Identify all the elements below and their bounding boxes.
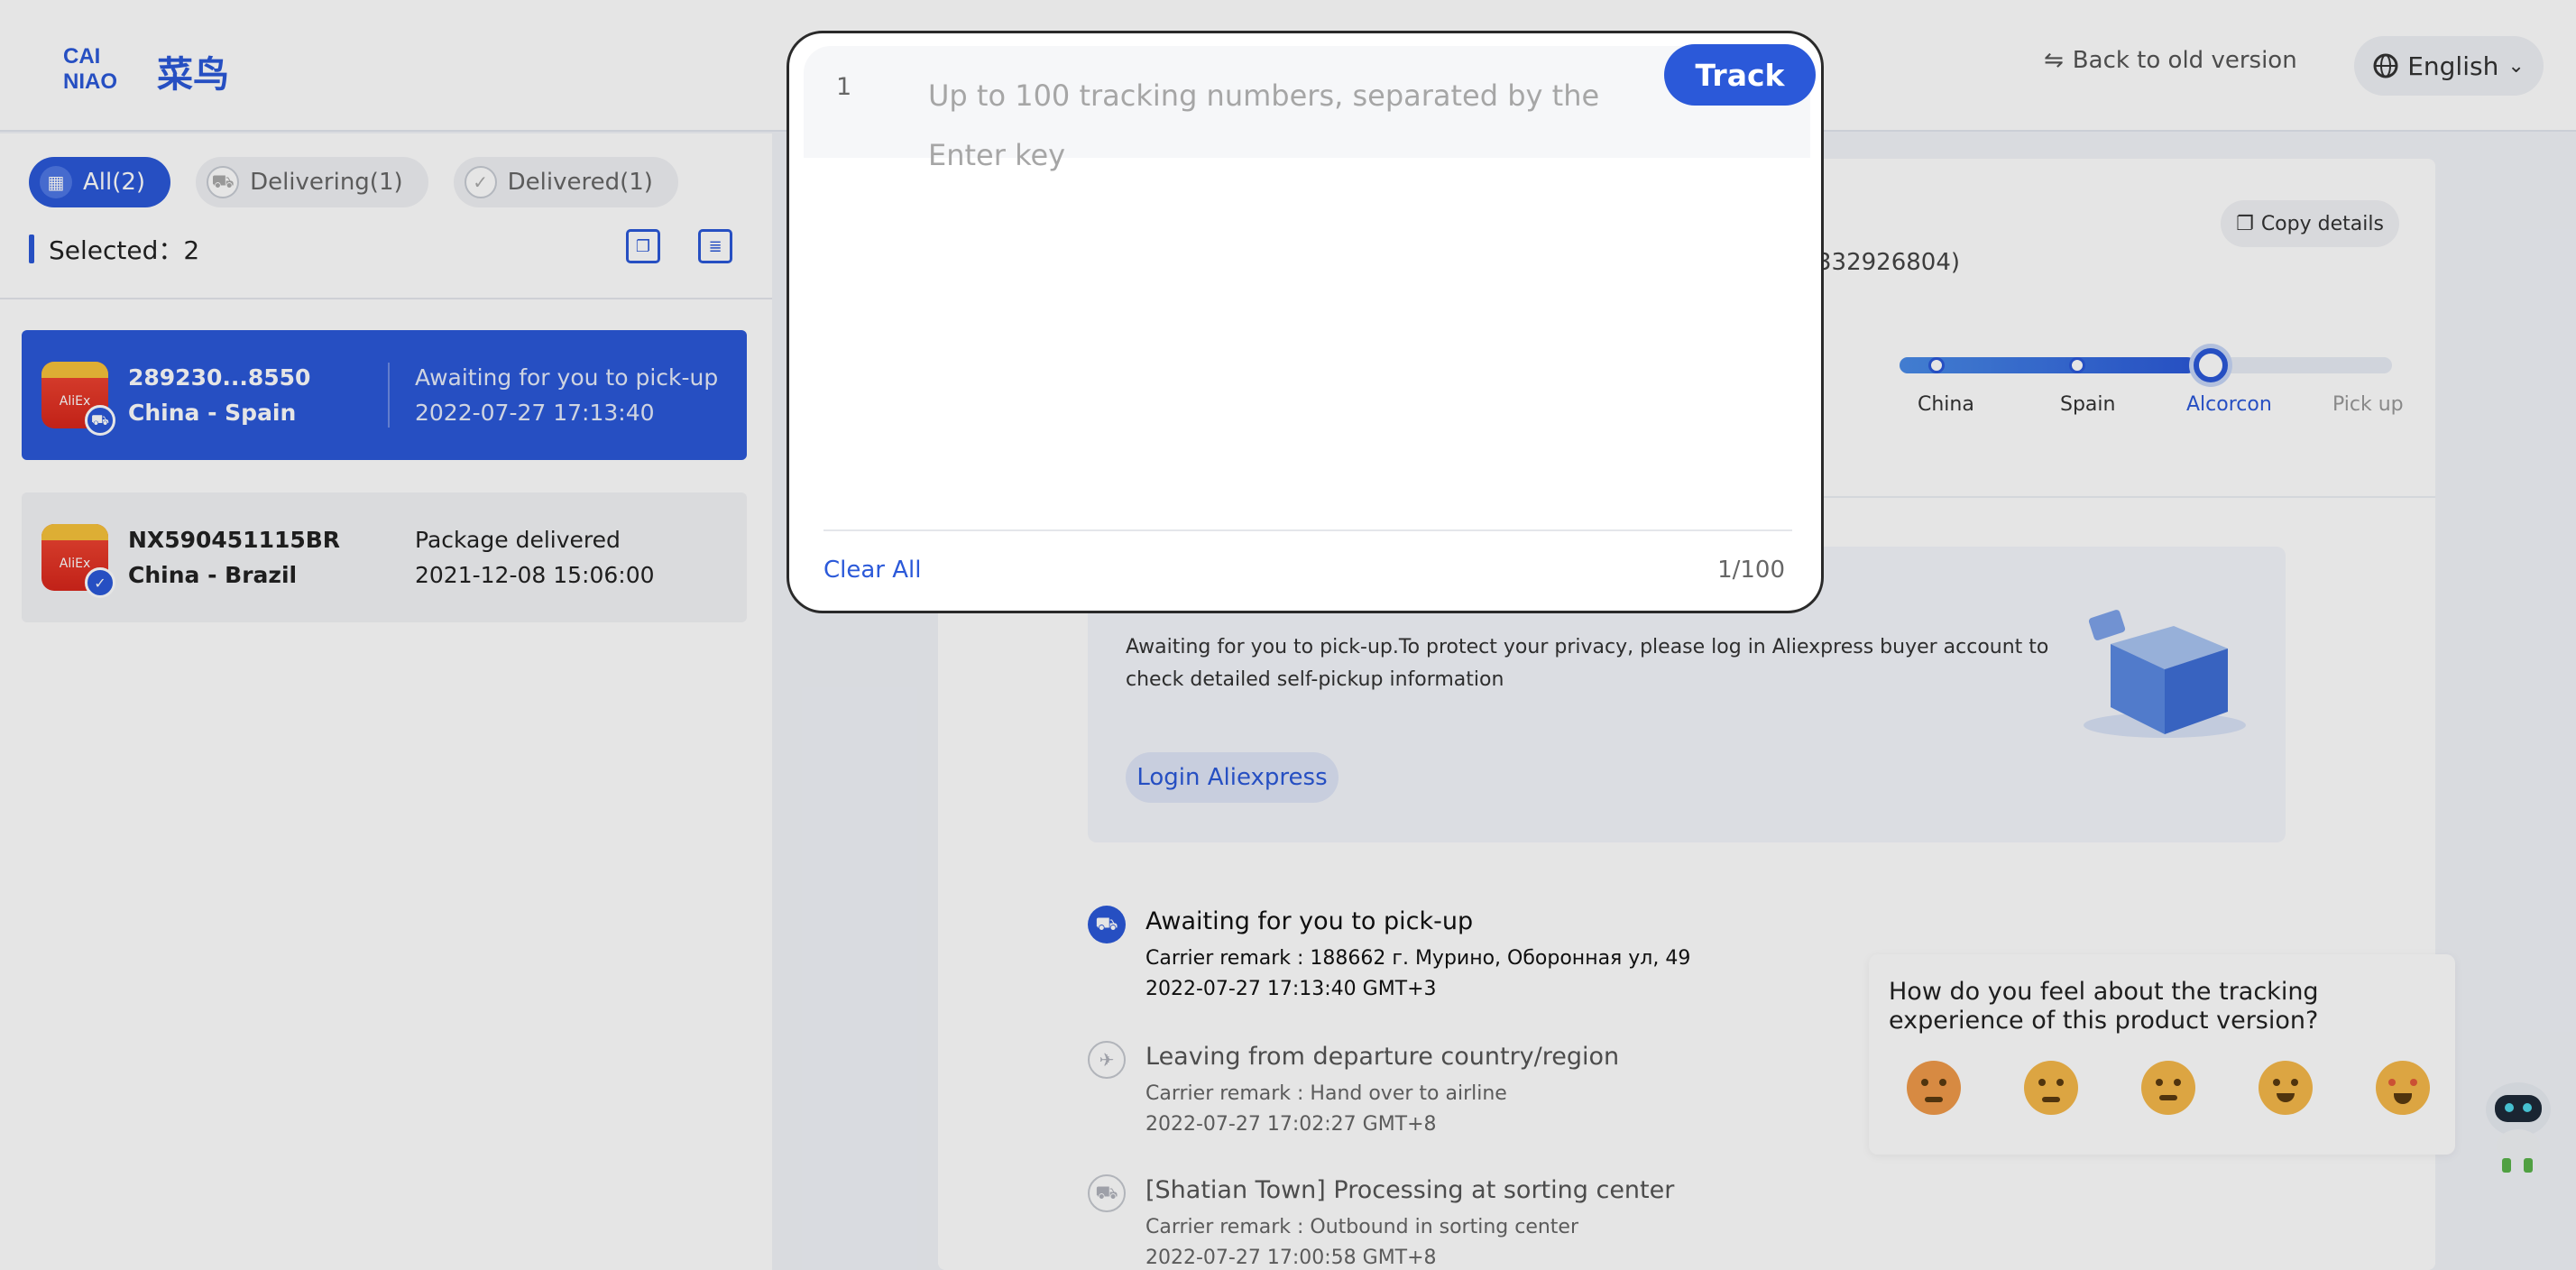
tracking-input-modal: 1 Up to 100 tracking numbers, separated … (787, 31, 1824, 613)
tracking-count: 1/100 (1717, 557, 1785, 584)
track-button[interactable]: Track (1664, 44, 1816, 106)
line-number: 1 (836, 73, 852, 101)
clear-all-button[interactable]: Clear All (823, 557, 922, 584)
tracking-input-placeholder[interactable]: Up to 100 tracking numbers, separated by… (928, 66, 1641, 185)
modal-divider (823, 529, 1792, 531)
